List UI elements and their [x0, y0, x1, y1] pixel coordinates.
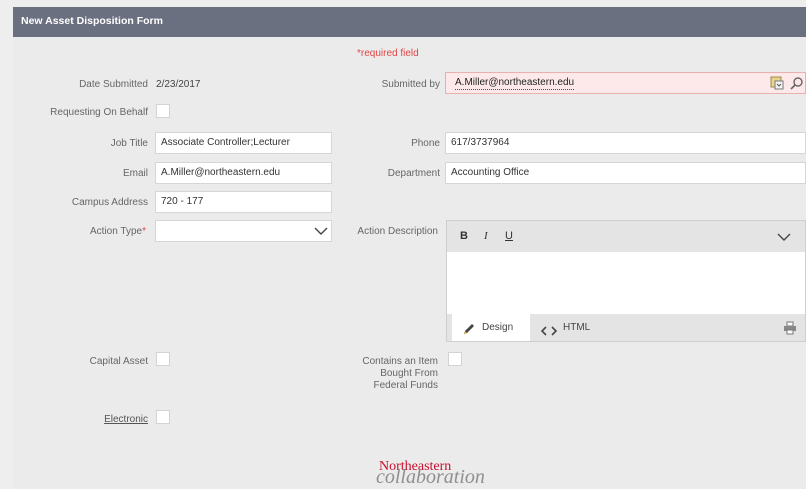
footer-brand-secondary: collaboration — [376, 466, 485, 488]
federal-funds-label: Contains an Item Bought From Federal Fun… — [362, 356, 438, 392]
action-type-label-text: Action Type — [90, 226, 143, 237]
submitted-by-value[interactable]: A.Miller@northeastern.edu — [455, 77, 575, 90]
chevron-down-icon[interactable] — [314, 226, 328, 239]
electronic-checkbox[interactable] — [156, 410, 170, 424]
capital-asset-label: Capital Asset — [89, 356, 148, 367]
italic-button[interactable]: I — [484, 230, 488, 242]
job-title-input[interactable]: Associate Controller;Lecturer — [155, 132, 332, 154]
bold-button[interactable]: B — [460, 230, 468, 242]
html-mode-tab[interactable]: HTML — [539, 314, 609, 341]
required-asterisk: * — [142, 226, 146, 237]
campus-address-label: Campus Address — [71, 197, 148, 208]
editor-toolbar: B I U — [447, 221, 805, 252]
federal-funds-checkbox[interactable] — [448, 352, 462, 366]
footer-logo: Northeastern collaboration — [320, 456, 580, 489]
federal-funds-label-line-1: Contains an Item — [362, 356, 438, 367]
action-type-label: Action Type* — [90, 226, 146, 237]
action-type-select[interactable] — [155, 220, 332, 242]
code-icon — [540, 321, 558, 348]
print-icon[interactable] — [783, 321, 797, 338]
form-header: New Asset Disposition Form — [13, 7, 806, 37]
requesting-on-behalf-label: Requesting On Behalf — [50, 107, 148, 118]
editor-content-area[interactable] — [447, 252, 805, 314]
department-label: Department — [387, 168, 440, 179]
capital-asset-checkbox[interactable] — [156, 352, 170, 366]
required-field-note: *required field — [357, 48, 419, 59]
submitted-by-label: Submitted by — [381, 79, 440, 90]
date-submitted-value: 2/23/2017 — [156, 79, 201, 90]
address-book-icon[interactable] — [770, 76, 784, 93]
job-title-label: Job Title — [110, 138, 148, 149]
design-mode-tab[interactable]: Design — [452, 314, 530, 341]
campus-address-input[interactable]: 720 - 177 — [155, 191, 332, 213]
electronic-label[interactable]: Electronic — [104, 414, 148, 425]
phone-input[interactable]: 617/3737964 — [445, 132, 806, 154]
editor-mode-bar: Design HTML — [447, 314, 805, 341]
toolbar-expand-icon[interactable] — [777, 232, 791, 245]
underline-button[interactable]: U — [505, 230, 513, 242]
phone-label: Phone — [411, 138, 440, 149]
email-label: Email — [122, 168, 148, 179]
department-input[interactable]: Accounting Office — [445, 162, 806, 184]
check-names-icon[interactable] — [790, 76, 804, 93]
federal-funds-label-line-2: Bought From — [380, 368, 438, 379]
submitted-by-field[interactable]: A.Miller@northeastern.edu — [445, 72, 806, 94]
date-submitted-label: Date Submitted — [79, 79, 148, 90]
action-description-editor[interactable]: B I U Design HTML — [446, 220, 806, 342]
action-description-label: Action Description — [357, 226, 438, 237]
pencil-icon — [462, 320, 476, 347]
federal-funds-label-line-3: Federal Funds — [373, 380, 438, 391]
form-title: New Asset Disposition Form — [21, 15, 163, 27]
email-input[interactable]: A.Miller@northeastern.edu — [155, 162, 332, 184]
requesting-on-behalf-checkbox[interactable] — [156, 104, 170, 118]
html-mode-label: HTML — [563, 322, 591, 333]
design-mode-label: Design — [482, 322, 514, 333]
